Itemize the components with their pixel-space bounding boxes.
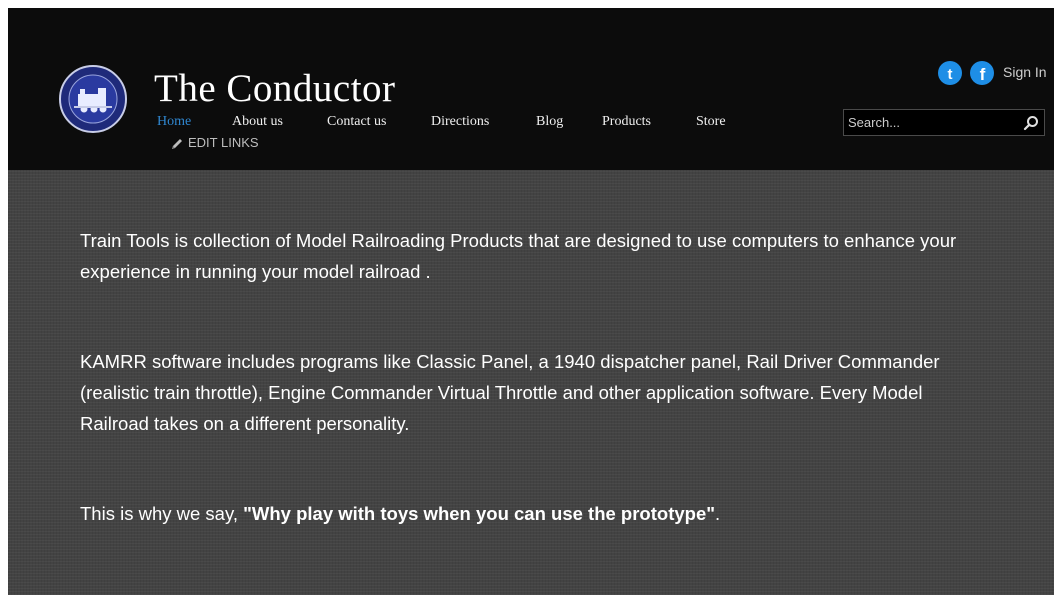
nav-about-us[interactable]: About us [232, 114, 283, 130]
facebook-icon[interactable]: f [970, 61, 994, 85]
search-box [843, 109, 1045, 136]
site-title[interactable]: The Conductor [154, 66, 396, 111]
twitter-icon[interactable]: t [938, 61, 962, 85]
kamrr-logo-icon[interactable] [58, 64, 128, 134]
tagline-paragraph: This is why we say, "Why play with toys … [80, 498, 980, 529]
tagline-prefix: This is why we say, [80, 503, 244, 524]
nav-products[interactable]: Products [602, 114, 651, 130]
nav-blog[interactable]: Blog [536, 114, 563, 130]
search-icon[interactable] [1023, 115, 1039, 131]
nav-contact-us[interactable]: Contact us [327, 114, 387, 130]
sign-in-link[interactable]: Sign In [1003, 64, 1047, 80]
edit-links-label: EDIT LINKS [188, 135, 259, 150]
nav-store[interactable]: Store [696, 114, 726, 130]
search-input[interactable] [848, 113, 1016, 132]
software-paragraph: KAMRR software includes programs like Cl… [80, 351, 940, 434]
nav-directions[interactable]: Directions [431, 114, 489, 130]
svg-text:f: f [980, 65, 986, 84]
pencil-icon [172, 139, 182, 149]
svg-text:t: t [948, 66, 953, 83]
page-frame: The Conductor Home About us Contact us D… [8, 8, 1054, 595]
site-header: The Conductor Home About us Contact us D… [8, 8, 1054, 170]
intro-paragraph: Train Tools is collection of Model Railr… [80, 230, 957, 282]
tagline-suffix: . [715, 503, 721, 524]
tagline-quote: "Why play with toys when you can use the… [243, 503, 716, 524]
nav-home[interactable]: Home [157, 114, 191, 130]
main-content: Train Tools is collection of Model Railr… [8, 170, 1054, 595]
